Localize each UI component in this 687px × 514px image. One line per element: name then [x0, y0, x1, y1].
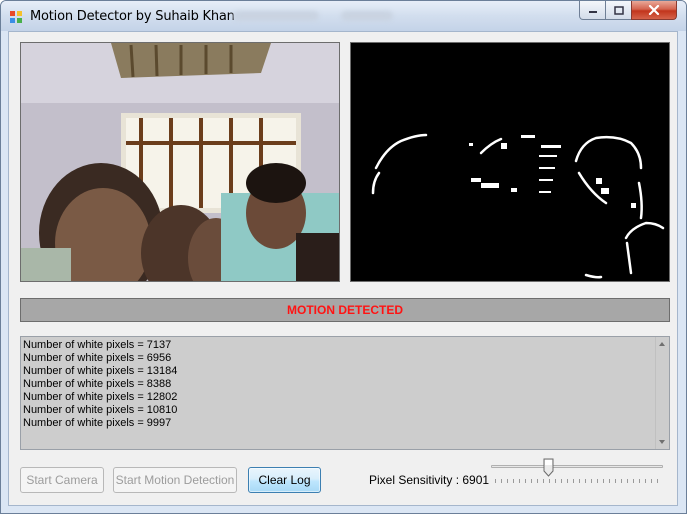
slider-ticks	[495, 479, 659, 483]
motion-mask-view	[350, 42, 670, 282]
blurred-title-region-2	[341, 11, 393, 21]
motion-mask-image	[351, 43, 669, 281]
log-line: Number of white pixels = 6956	[23, 352, 172, 364]
motion-status-bar: MOTION DETECTED	[20, 298, 670, 322]
camera-feed-view	[20, 42, 340, 282]
log-line: Number of white pixels = 8388	[23, 378, 172, 390]
slider-track[interactable]	[491, 465, 663, 468]
start-camera-button[interactable]: Start Camera	[20, 467, 104, 493]
pixel-sensitivity-slider[interactable]	[491, 456, 663, 486]
log-line: Number of white pixels = 7137	[23, 339, 172, 351]
app-window: Motion Detector by Suhaib Khan MOTION DE…	[0, 0, 687, 514]
minimize-icon	[588, 11, 597, 13]
window-title: Motion Detector by Suhaib Khan	[30, 9, 235, 24]
clear-log-button[interactable]: Clear Log	[248, 467, 321, 493]
log-scrollbar[interactable]	[655, 337, 669, 449]
scroll-down-arrow-icon[interactable]	[659, 440, 665, 444]
maximize-button[interactable]	[605, 1, 632, 20]
log-lines: Number of white pixels = 7137 Number of w…	[23, 339, 655, 430]
client-area: MOTION DETECTED Number of white pixels =…	[8, 31, 678, 506]
pixel-log-list[interactable]: Number of white pixels = 7137 Number of w…	[20, 336, 670, 450]
app-icon[interactable]	[9, 10, 23, 24]
title-bar[interactable]: Motion Detector by Suhaib Khan	[1, 1, 686, 31]
log-line: Number of white pixels = 12802	[23, 391, 178, 403]
maximize-icon	[613, 5, 624, 15]
motion-status-text: MOTION DETECTED	[287, 303, 403, 317]
blurred-title-region	[233, 11, 319, 21]
log-line: Number of white pixels = 9997	[23, 417, 172, 429]
scroll-up-arrow-icon[interactable]	[659, 342, 665, 346]
slider-thumb[interactable]	[543, 458, 554, 477]
camera-feed-image	[21, 43, 339, 281]
close-icon	[648, 5, 660, 15]
log-line: Number of white pixels = 10810	[23, 404, 178, 416]
log-line: Number of white pixels = 13184	[23, 365, 178, 377]
minimize-button[interactable]	[579, 1, 606, 20]
close-button[interactable]	[631, 1, 677, 20]
start-motion-detection-button[interactable]: Start Motion Detection	[113, 467, 237, 493]
pixel-sensitivity-label: Pixel Sensitivity : 6901	[369, 473, 490, 487]
